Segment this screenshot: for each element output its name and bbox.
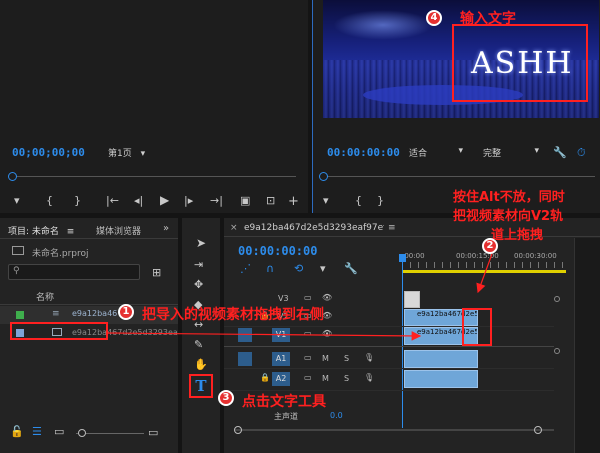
drag-arrow	[107, 331, 422, 341]
annotation-arrows	[107, 253, 493, 341]
alt-drag-arrow	[476, 253, 493, 294]
